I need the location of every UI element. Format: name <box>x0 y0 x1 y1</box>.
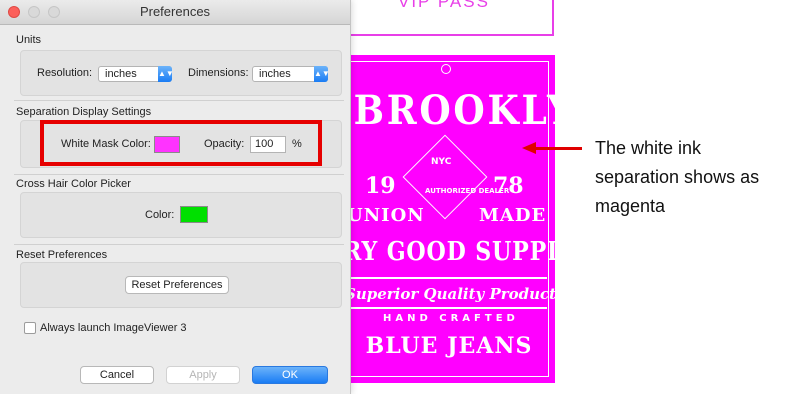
art-brooklyn: BROOKLYN <box>353 87 612 134</box>
art-nyc: NYC <box>431 157 452 167</box>
highlight-box <box>40 120 322 166</box>
art-union: UNION <box>347 205 425 226</box>
art-year-left: 19 <box>365 173 396 199</box>
annotation-caption: The white ink separation shows as magent… <box>595 138 760 216</box>
section-divider <box>14 244 344 245</box>
ok-button[interactable]: OK <box>252 366 328 384</box>
section-divider <box>14 174 344 175</box>
art-divider <box>351 307 547 309</box>
resolution-label: Resolution: <box>37 67 93 79</box>
reset-section-label: Reset Preferences <box>16 249 108 261</box>
resolution-select[interactable]: inches ▲▼ <box>98 66 174 82</box>
dimensions-select[interactable]: inches ▲▼ <box>252 66 330 82</box>
tag-hole <box>441 64 451 74</box>
art-divider <box>351 277 547 279</box>
reset-preferences-button[interactable]: Reset Preferences <box>125 276 229 294</box>
resolution-value: inches <box>105 68 137 80</box>
preferences-dialog: Preferences Units Resolution: inches ▲▼ … <box>0 0 351 394</box>
units-group: Resolution: inches ▲▼ Dimensions: inches… <box>20 50 342 96</box>
art-blue-jeans: BLUE JEANS <box>365 333 533 359</box>
annotation-arrow-line <box>534 147 582 150</box>
always-launch-label: Always launch ImageViewer 3 <box>40 322 187 334</box>
crosshair-color-swatch[interactable] <box>180 206 208 223</box>
art-hand-crafted: HAND CRAFTED <box>383 313 519 324</box>
units-section-label: Units <box>16 34 42 46</box>
apply-button[interactable]: Apply <box>166 366 240 384</box>
top-tag-text: VIP PASS <box>398 0 490 11</box>
dimensions-value: inches <box>259 68 291 80</box>
window-title: Preferences <box>139 4 211 19</box>
crosshair-group: Color: <box>20 192 342 238</box>
art-made: MADE <box>479 205 547 226</box>
always-launch-checkbox[interactable] <box>24 322 36 334</box>
title-bar[interactable]: Preferences <box>0 0 350 25</box>
reset-group: Reset Preferences <box>20 262 342 308</box>
dimensions-label: Dimensions: <box>188 67 249 79</box>
section-divider <box>14 100 344 101</box>
annotation-arrow-head <box>522 142 536 154</box>
art-quality: Superior Quality Product <box>345 285 557 303</box>
crosshair-section-label: Cross Hair Color Picker <box>16 178 131 190</box>
select-arrows-icon: ▲▼ <box>158 66 174 82</box>
select-arrows-icon: ▲▼ <box>314 66 330 82</box>
cancel-button[interactable]: Cancel <box>80 366 154 384</box>
art-supply: RY GOOD SUPPLY <box>343 237 579 267</box>
crosshair-color-label: Color: <box>145 209 175 221</box>
separation-preview-tag: BROOKLYN NYC 19 78 AUTHORIZED DEALER UNI… <box>343 55 612 383</box>
art-dealer: AUTHORIZED DEALER <box>425 187 510 195</box>
separation-section-label: Separation Display Settings <box>16 106 152 118</box>
art-year-right: 78 <box>493 173 524 199</box>
